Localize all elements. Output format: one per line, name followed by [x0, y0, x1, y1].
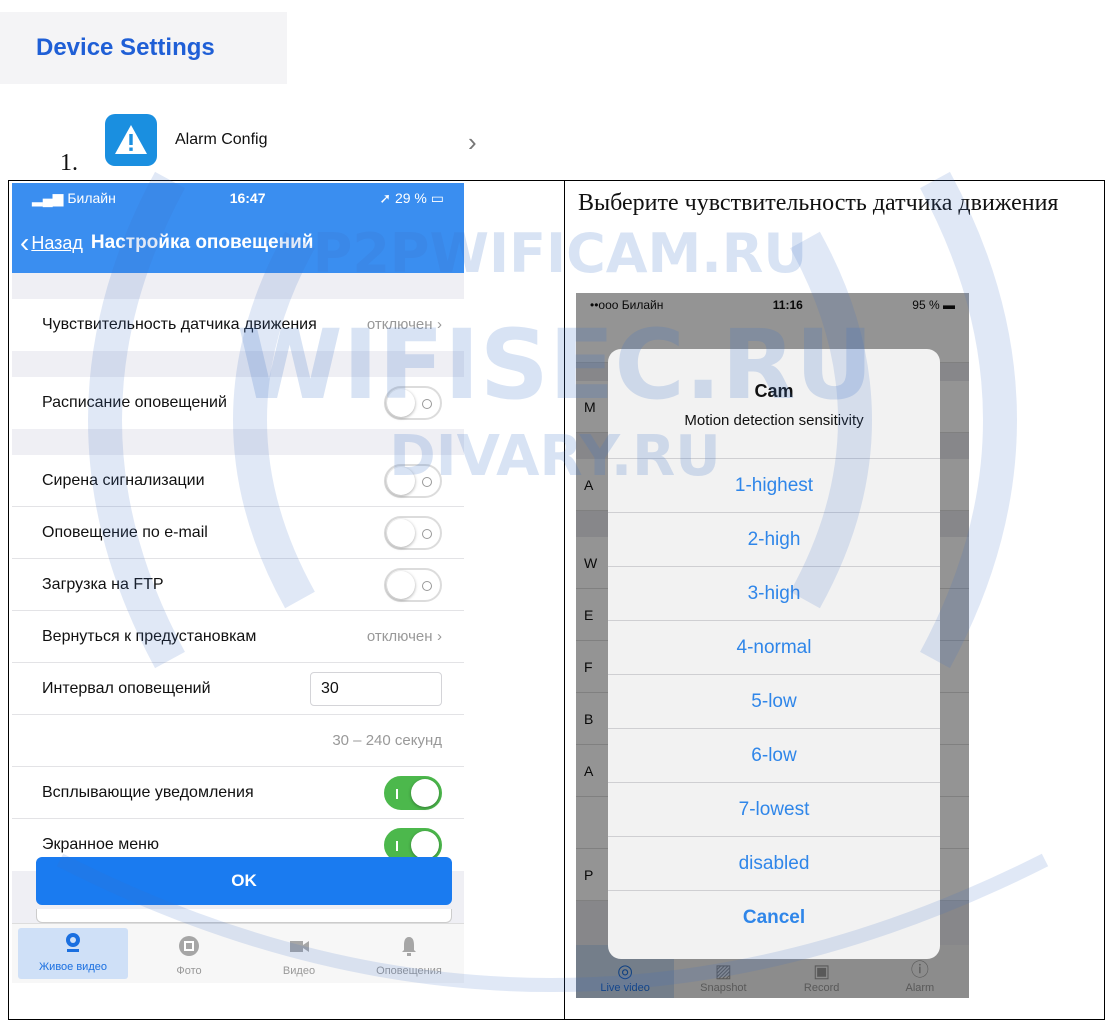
option-6-low[interactable]: 6-low — [608, 728, 940, 782]
list-number: 1. — [60, 150, 78, 176]
sensitivity-label: Чувствительность датчика движения — [42, 316, 317, 333]
alert-title: Cam — [754, 381, 794, 401]
siren-row: Сирена сигнализации — [12, 455, 464, 507]
left-phone-screen: ▂▄▆ Билайн 16:47 ➚ 29 % ▭ ‹ Назад Настро… — [12, 183, 464, 983]
location-icon: ➚ — [379, 189, 395, 206]
siren-toggle[interactable] — [384, 463, 442, 498]
option-7-lowest[interactable]: 7-lowest — [608, 782, 940, 836]
status-bar: ▂▄▆ Билайн 16:47 ➚ 29 % ▭ — [12, 183, 464, 213]
back-link[interactable]: Назад — [31, 233, 83, 254]
carrier: Билайн — [67, 189, 116, 206]
tab-bar: Живое видео Фото Видео Оповещения — [12, 923, 464, 983]
ok-button[interactable]: OK — [36, 857, 452, 905]
chevron-right-icon: › — [437, 627, 442, 645]
bell-icon — [402, 937, 416, 956]
camera-icon — [66, 933, 80, 952]
siren-label: Сирена сигнализации — [42, 471, 205, 489]
signal-icon: ▂▄▆ — [32, 189, 68, 206]
preset-value: отключен — [366, 627, 433, 645]
interval-row: Интервал оповещений 30 — [12, 663, 464, 715]
schedule-toggle[interactable] — [384, 386, 442, 420]
tab-video[interactable]: Видео — [244, 924, 354, 983]
alert-subtitle: Motion detection sensitivity — [684, 412, 864, 429]
tab-live-video[interactable]: Живое видео — [18, 928, 128, 979]
schedule-label: Расписание оповещений — [42, 394, 227, 411]
ftp-label: Загрузка на FTP — [42, 575, 164, 593]
alarm-config-label[interactable]: Alarm Config — [175, 131, 267, 149]
option-4-normal[interactable]: 4-normal — [608, 620, 940, 674]
chevron-right-icon: › — [437, 316, 442, 333]
push-label: Всплывающие уведомления — [42, 783, 254, 801]
chevron-right-icon[interactable]: › — [468, 127, 477, 158]
push-row: Всплывающие уведомления — [12, 767, 464, 819]
schedule-row: Расписание оповещений — [12, 377, 464, 429]
device-settings-title: Device Settings — [36, 34, 215, 61]
osd-label: Экранное меню — [42, 836, 159, 853]
tab-label: Живое видео — [39, 961, 107, 973]
tab-label: Видео — [282, 965, 316, 977]
interval-input[interactable]: 30 — [310, 671, 442, 706]
tab-alerts[interactable]: Оповещения — [354, 924, 464, 983]
option-3-high[interactable]: 3-high — [608, 566, 940, 620]
email-label: Оповещение по e-mail — [42, 523, 208, 541]
ftp-row: Загрузка на FTP — [12, 559, 464, 611]
battery-icon: ▭ — [430, 189, 444, 206]
tab-label: Фото — [176, 965, 202, 977]
nav-title: Настройка оповещений — [90, 232, 314, 253]
preset-row[interactable]: Вернуться к предустановкам отключен › — [12, 611, 464, 663]
sensitivity-row[interactable]: Чувствительность датчика движения отключ… — [12, 299, 464, 351]
option-disabled[interactable]: disabled — [608, 836, 940, 890]
tab-photo[interactable]: Фото — [134, 924, 244, 983]
sensitivity-alert: Cam Motion detection sensitivity 1-highe… — [608, 349, 940, 959]
hidden-button-edge — [36, 909, 452, 923]
video-camera-icon — [290, 941, 309, 952]
option-1-highest[interactable]: 1-highest — [608, 458, 940, 512]
sensitivity-value: отключен — [366, 316, 433, 333]
cancel-button[interactable]: Cancel — [608, 890, 940, 944]
interval-label: Интервал оповещений — [42, 679, 211, 697]
tab-label: Оповещения — [376, 965, 442, 977]
email-row: Оповещение по e-mail — [12, 507, 464, 559]
interval-hint: 30 – 240 секунд — [332, 732, 442, 749]
back-chevron-icon[interactable]: ‹ — [20, 227, 29, 259]
device-settings-header: Device Settings — [0, 12, 287, 84]
ftp-toggle[interactable] — [384, 567, 442, 602]
instruction-text: Выберите чувствительность датчика движен… — [578, 190, 1059, 216]
email-toggle[interactable] — [384, 515, 442, 550]
nav-bar: ‹ Назад Настройка оповещений — [12, 213, 464, 273]
push-toggle[interactable] — [384, 775, 442, 810]
option-2-high[interactable]: 2-high — [608, 512, 940, 566]
alarm-warning-icon[interactable] — [105, 114, 157, 166]
crop-icon — [179, 936, 199, 956]
interval-hint-row: 30 – 240 секунд — [12, 715, 464, 767]
right-phone-screen: ••ooo Билайн 11:16 95 % ▬ M A W E F B A … — [576, 293, 969, 998]
clock: 16:47 — [229, 190, 266, 206]
battery-level: 29 % — [394, 189, 427, 206]
option-5-low[interactable]: 5-low — [608, 674, 940, 728]
preset-label: Вернуться к предустановкам — [42, 627, 257, 645]
